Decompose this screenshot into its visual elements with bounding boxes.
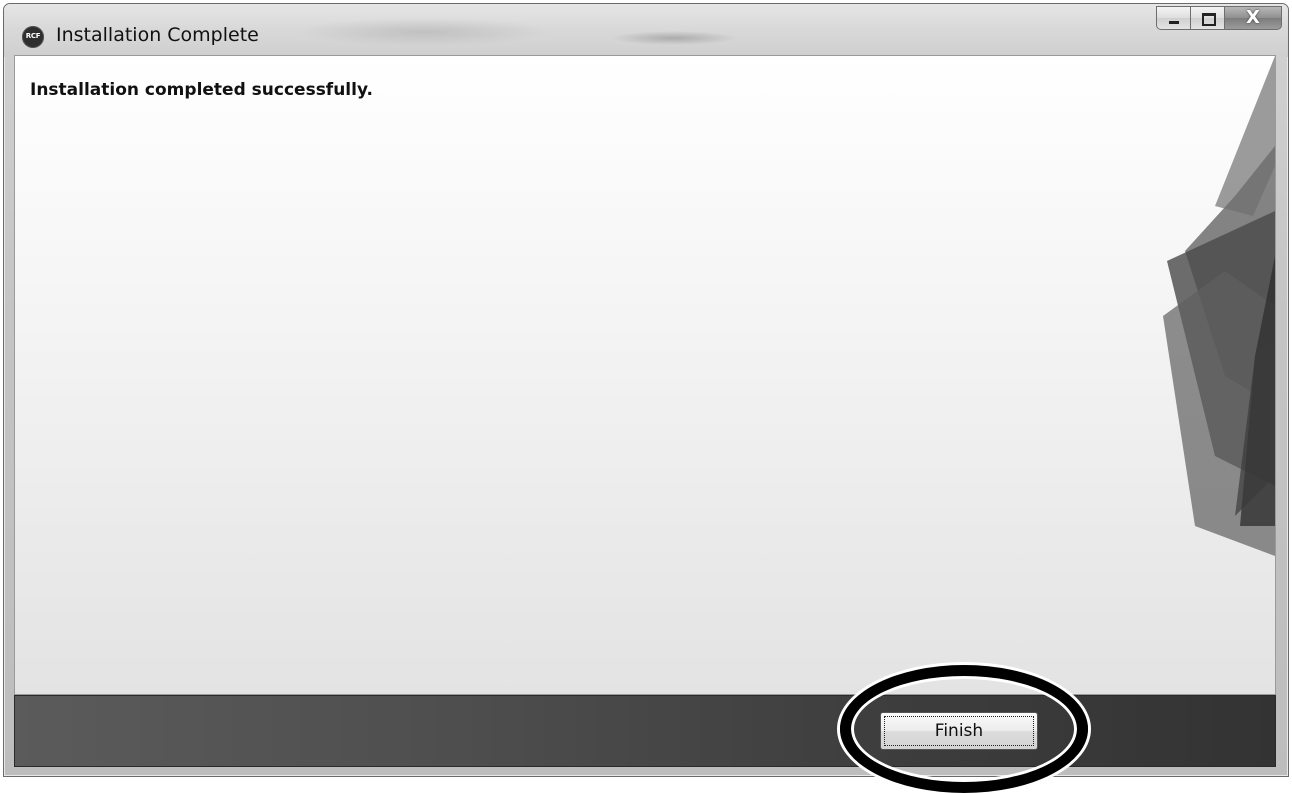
content-panel: Installation completed successfully. [14,55,1276,695]
close-button[interactable]: X [1224,6,1282,30]
completion-message: Installation completed successfully. [30,80,373,100]
minimize-icon [1169,21,1179,24]
app-logo-icon: RCF [22,26,44,48]
title-bar[interactable]: RCF Installation Complete X [4,4,1288,57]
close-icon: X [1246,7,1260,28]
maximize-icon [1202,13,1216,26]
decorative-shapes-graphic [1163,56,1275,556]
window-title: Installation Complete [56,24,259,46]
maximize-button[interactable] [1190,6,1224,30]
caption-buttons: X [1156,6,1282,30]
app-logo-text: RCF [25,32,41,40]
finish-button[interactable]: Finish [880,712,1038,750]
button-bar: Finish [14,695,1276,767]
minimize-button[interactable] [1156,6,1190,30]
